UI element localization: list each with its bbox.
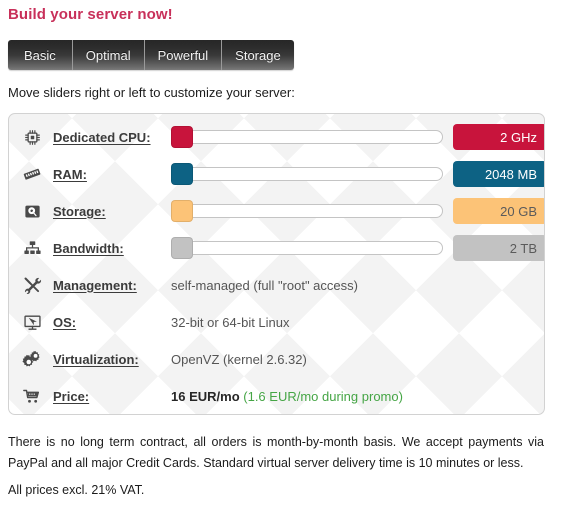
config-value-price: 16 EUR/mo (1.6 EUR/mo during promo): [171, 389, 403, 404]
tab-powerful-label: Powerful: [157, 47, 209, 63]
config-value-os: 32-bit or 64-bit Linux: [171, 314, 290, 330]
tab-optimal[interactable]: Optimal: [71, 40, 144, 70]
config-row-virtualization: Virtualization: OpenVZ (kernel 2.6.32): [9, 342, 544, 376]
instruction-text: Move sliders right or left to customize …: [8, 85, 295, 100]
cpu-value-text: 2 GHz: [500, 129, 537, 145]
storage-slider-handle[interactable]: [171, 200, 193, 222]
config-label-os: OS:: [53, 314, 77, 330]
config-row-os: OS: 32-bit or 64-bit Linux: [9, 305, 544, 339]
price-promo: (1.6 EUR/mo during promo): [243, 388, 403, 404]
config-label-management: Management:: [53, 277, 137, 293]
cpu-slider[interactable]: [171, 126, 443, 148]
config-row-storage: Storage: 20 GB: [9, 194, 544, 228]
storage-value-text: 20 GB: [500, 203, 537, 219]
config-label-price: Price:: [53, 388, 90, 404]
config-label-storage: Storage:: [53, 203, 106, 219]
storage-slider-track[interactable]: [171, 204, 443, 218]
tab-powerful[interactable]: Powerful: [143, 40, 222, 70]
gears-icon: [21, 348, 43, 370]
ram-slider[interactable]: [171, 163, 443, 185]
config-row-price: Price: 16 EUR/mo (1.6 EUR/mo during prom…: [9, 379, 544, 413]
vat-note: All prices excl. 21% VAT.: [8, 483, 145, 497]
bandwidth-value-text: 2 TB: [509, 240, 537, 256]
tools-icon: [21, 274, 43, 296]
ram-value-badge: 2048 MB: [453, 161, 544, 187]
cpu-value-badge: 2 GHz: [453, 124, 544, 150]
price-amount: 16 EUR/mo: [171, 388, 240, 404]
ram-slider-track[interactable]: [171, 167, 443, 181]
server-configurator-panel: Dedicated CPU: 2 GHz RAM: 2048 MB Storag…: [8, 113, 545, 415]
config-value-virtualization: OpenVZ (kernel 2.6.32): [171, 351, 307, 367]
bandwidth-slider-track[interactable]: [171, 241, 443, 255]
cpu-slider-handle[interactable]: [171, 126, 193, 148]
tab-basic[interactable]: Basic: [8, 40, 72, 70]
config-row-cpu: Dedicated CPU: 2 GHz: [9, 120, 544, 154]
config-label-bandwidth: Bandwidth:: [53, 240, 124, 256]
config-label-virtualization: Virtualization:: [53, 351, 139, 367]
cpu-chip-icon: [21, 126, 43, 148]
config-value-management: self-managed (full "root" access): [171, 277, 358, 293]
network-tree-icon: [21, 237, 43, 259]
plan-tab-bar: Basic Optimal Powerful Storage: [8, 40, 294, 70]
config-label-ram: RAM:: [53, 166, 87, 182]
ram-value-text: 2048 MB: [484, 166, 537, 182]
monitor-icon: [21, 311, 43, 333]
config-row-ram: RAM: 2048 MB: [9, 157, 544, 191]
hard-disk-icon: [21, 200, 43, 222]
ram-stick-icon: [21, 163, 43, 185]
storage-value-badge: 20 GB: [453, 198, 544, 224]
tab-storage-label: Storage: [235, 47, 281, 63]
tab-optimal-label: Optimal: [85, 47, 131, 63]
page-title: Build your server now!: [8, 6, 173, 23]
terms-note: There is no long term contract, all orde…: [8, 435, 544, 470]
config-row-bandwidth: Bandwidth: 2 TB: [9, 231, 544, 265]
config-label-cpu: Dedicated CPU:: [53, 129, 151, 145]
tab-storage[interactable]: Storage: [221, 40, 294, 70]
cpu-slider-track[interactable]: [171, 130, 443, 144]
shopping-cart-icon: [21, 385, 43, 407]
bandwidth-value-badge: 2 TB: [453, 235, 544, 261]
config-row-management: Management: self-managed (full "root" ac…: [9, 268, 544, 302]
bandwidth-slider[interactable]: [171, 237, 443, 259]
ram-slider-handle[interactable]: [171, 163, 193, 185]
bandwidth-slider-handle[interactable]: [171, 237, 193, 259]
storage-slider[interactable]: [171, 200, 443, 222]
tab-basic-label: Basic: [24, 47, 56, 63]
